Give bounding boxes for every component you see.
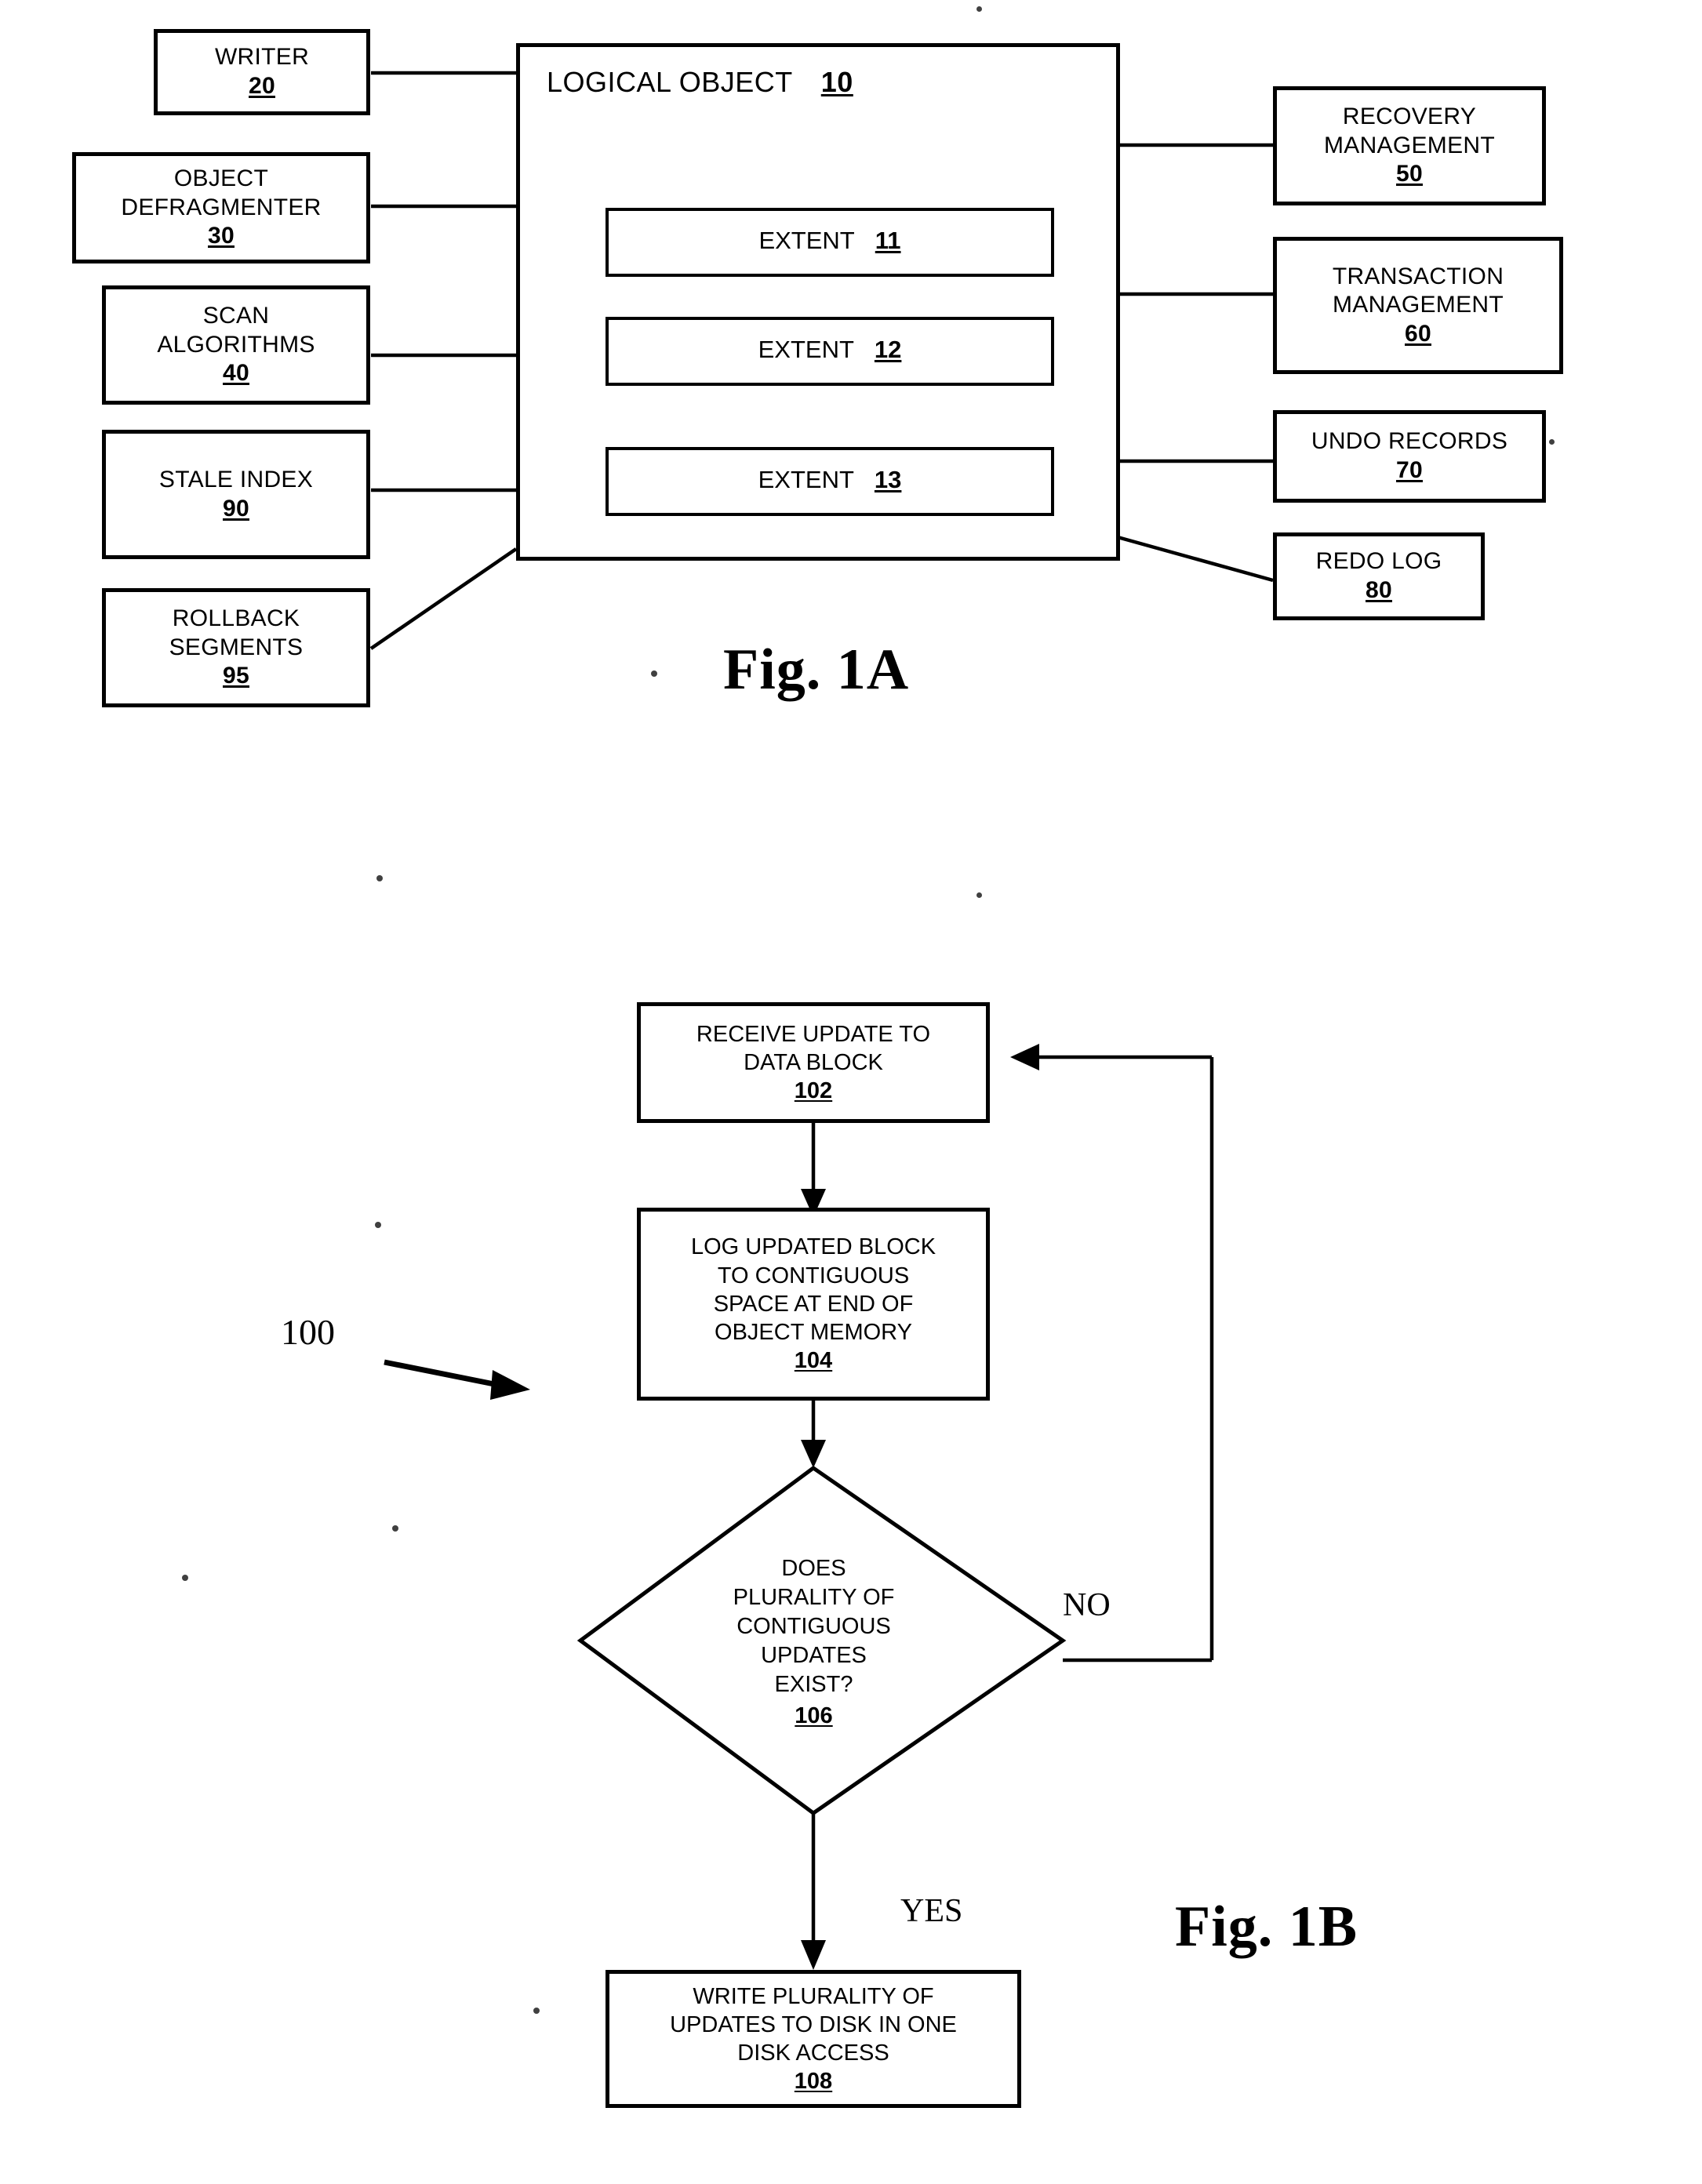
block-object-defragmenter-label: OBJECT DEFRAGMENTER (121, 165, 322, 220)
arrow-no-head (1010, 1044, 1039, 1070)
flow-step-104-ref: 104 (794, 1348, 833, 1374)
block-object-defragmenter-ref: 30 (208, 223, 235, 249)
figure-1b-caption: Fig. 1B (1175, 1895, 1358, 1959)
block-stale-index: STALE INDEX 90 (102, 430, 370, 559)
block-rollback-segments-label: ROLLBACK SEGMENTS (169, 605, 304, 660)
block-recovery-management: RECOVERY MANAGEMENT 50 (1273, 86, 1546, 205)
flow-step-102-ref: 102 (794, 1078, 833, 1104)
flow-step-108-ref: 108 (794, 2069, 833, 2095)
block-undo-records-label: UNDO RECORDS (1311, 428, 1508, 455)
wire-object-to-redo (1117, 535, 1274, 583)
extent-label: EXTENT (758, 466, 854, 493)
block-redo-log-label: REDO LOG (1315, 548, 1442, 575)
logical-object-title: LOGICAL OBJECT 10 (547, 66, 853, 99)
block-stale-index-ref: 90 (223, 495, 249, 521)
branch-label-yes: YES (900, 1893, 963, 1929)
block-object-defragmenter: OBJECT DEFRAGMENTER 30 (72, 152, 370, 263)
block-undo-records-ref: 70 (1396, 457, 1423, 483)
extent-ref: 13 (874, 466, 902, 493)
logical-object-ref: 10 (820, 66, 853, 98)
flow-step-102-label: RECEIVE UPDATE TO DATA BLOCK (696, 1021, 931, 1075)
scan-speck (651, 670, 657, 677)
ref-100-arrow-shaft (384, 1359, 495, 1387)
figure-1a-caption: Fig. 1A (723, 638, 910, 702)
flow-step-108: WRITE PLURALITY OF UPDATES TO DISK IN ON… (606, 1970, 1021, 2108)
arrow-104-to-106-head (801, 1440, 826, 1468)
decision-106-label: DOES PLURALITY OF CONTIGUOUS UPDATES EXI… (733, 1556, 895, 1698)
block-recovery-management-label: RECOVERY MANAGEMENT (1323, 104, 1495, 158)
flow-step-102: RECEIVE UPDATE TO DATA BLOCK 102 (637, 1002, 990, 1123)
scan-speck (376, 875, 383, 881)
block-writer: WRITER 20 (154, 29, 370, 115)
extent-label: EXTENT (758, 227, 855, 254)
scan-speck (976, 6, 982, 12)
block-redo-log-ref: 80 (1366, 577, 1392, 603)
scan-speck (533, 2008, 540, 2014)
extent-ref: 11 (875, 227, 901, 254)
block-transaction-management-ref: 60 (1405, 320, 1431, 347)
arrow-106-to-108-head (801, 1940, 826, 1970)
scan-speck (976, 892, 982, 898)
scan-speck (392, 1525, 398, 1532)
ref-100-arrow-head (490, 1370, 530, 1400)
scan-speck (1549, 439, 1555, 445)
extent-label: EXTENT (758, 336, 854, 363)
block-undo-records: UNDO RECORDS 70 (1273, 410, 1546, 503)
block-scan-algorithms-ref: 40 (223, 360, 249, 387)
scan-speck (182, 1575, 188, 1581)
block-writer-label: WRITER (214, 44, 310, 71)
extent-box-13: EXTENT 13 (606, 447, 1054, 516)
flow-step-104-label: LOG UPDATED BLOCK TO CONTIGUOUS SPACE AT… (690, 1234, 936, 1346)
decision-106-ref: 106 (795, 1703, 833, 1728)
flow-step-108-label: WRITE PLURALITY OF UPDATES TO DISK IN ON… (670, 1983, 957, 2066)
logical-object-title-text: LOGICAL OBJECT (547, 66, 793, 98)
block-scan-algorithms-label: SCAN ALGORITHMS (157, 303, 315, 358)
block-writer-ref: 20 (249, 73, 275, 99)
block-transaction-management: TRANSACTION MANAGEMENT 60 (1273, 237, 1563, 374)
block-stale-index-label: STALE INDEX (158, 466, 314, 492)
extent-box-11: EXTENT 11 (606, 208, 1054, 277)
flow-ref-100: 100 (281, 1312, 335, 1352)
flow-step-104: LOG UPDATED BLOCK TO CONTIGUOUS SPACE AT… (637, 1208, 990, 1401)
block-rollback-segments: ROLLBACK SEGMENTS 95 (102, 588, 370, 707)
block-scan-algorithms: SCAN ALGORITHMS 40 (102, 285, 370, 405)
branch-label-no: NO (1063, 1587, 1111, 1623)
block-transaction-management-label: TRANSACTION MANAGEMENT (1332, 263, 1504, 318)
block-redo-log: REDO LOG 80 (1273, 532, 1485, 620)
scan-speck (375, 1222, 381, 1228)
wire-rollback-to-object (369, 547, 518, 650)
block-rollback-segments-ref: 95 (223, 663, 249, 689)
patent-drawing-sheet: LOGICAL OBJECT 10 EXTENT 11 EXTENT 12 EXTEN… (0, 0, 1702, 2184)
extent-box-12: EXTENT 12 (606, 317, 1054, 386)
extent-ref: 12 (874, 336, 902, 363)
block-recovery-management-ref: 50 (1396, 161, 1423, 187)
